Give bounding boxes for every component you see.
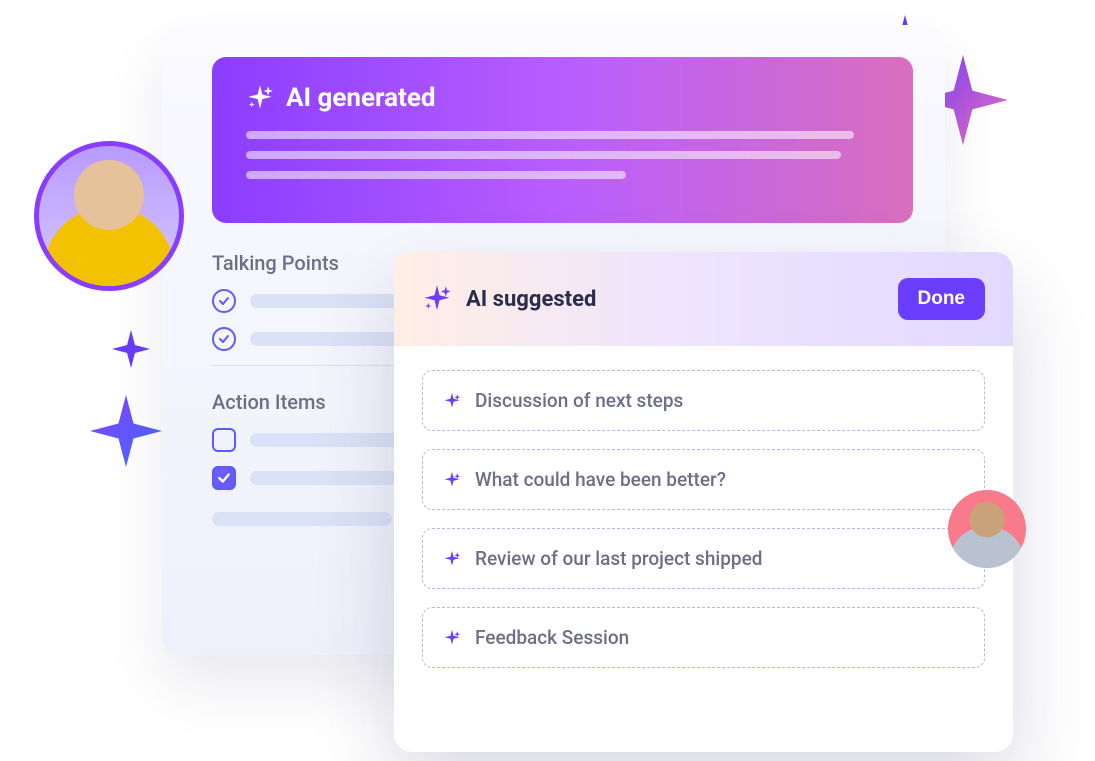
avatar: [948, 490, 1026, 568]
suggestion-text: What could have been better?: [475, 468, 726, 491]
sparkle-icon: [246, 84, 274, 112]
checkbox-checked-icon[interactable]: [212, 466, 236, 490]
suggestion-item[interactable]: Discussion of next steps: [422, 370, 985, 431]
sparkle-icon: [443, 392, 461, 410]
ai-suggested-header: AI suggested Done: [394, 252, 1013, 346]
generated-text-placeholder: [246, 131, 879, 179]
ai-generated-title: AI generated: [286, 83, 436, 113]
suggestion-text: Feedback Session: [475, 626, 629, 649]
checkbox-unchecked-icon[interactable]: [212, 428, 236, 452]
suggestion-list: Discussion of next steps What could have…: [394, 346, 1013, 710]
ai-generated-banner: AI generated: [212, 57, 913, 223]
suggestion-text: Discussion of next steps: [475, 389, 683, 412]
sparkle-icon: [90, 395, 162, 467]
sparkle-icon: [443, 629, 461, 647]
sparkle-icon: [422, 284, 452, 314]
suggestion-item[interactable]: What could have been better?: [422, 449, 985, 510]
avatar: [34, 141, 184, 291]
sparkle-icon: [443, 550, 461, 568]
check-circle-icon: [212, 289, 236, 313]
suggestion-item[interactable]: Review of our last project shipped: [422, 528, 985, 589]
check-circle-icon: [212, 327, 236, 351]
suggestion-item[interactable]: Feedback Session: [422, 607, 985, 668]
sparkle-icon: [112, 330, 150, 368]
ai-suggested-title: AI suggested: [466, 287, 596, 312]
done-button[interactable]: Done: [898, 278, 986, 320]
suggestion-text: Review of our last project shipped: [475, 547, 762, 570]
sparkle-icon: [443, 471, 461, 489]
placeholder-text: [212, 512, 392, 526]
ai-suggested-card: AI suggested Done Discussion of next ste…: [394, 252, 1013, 752]
